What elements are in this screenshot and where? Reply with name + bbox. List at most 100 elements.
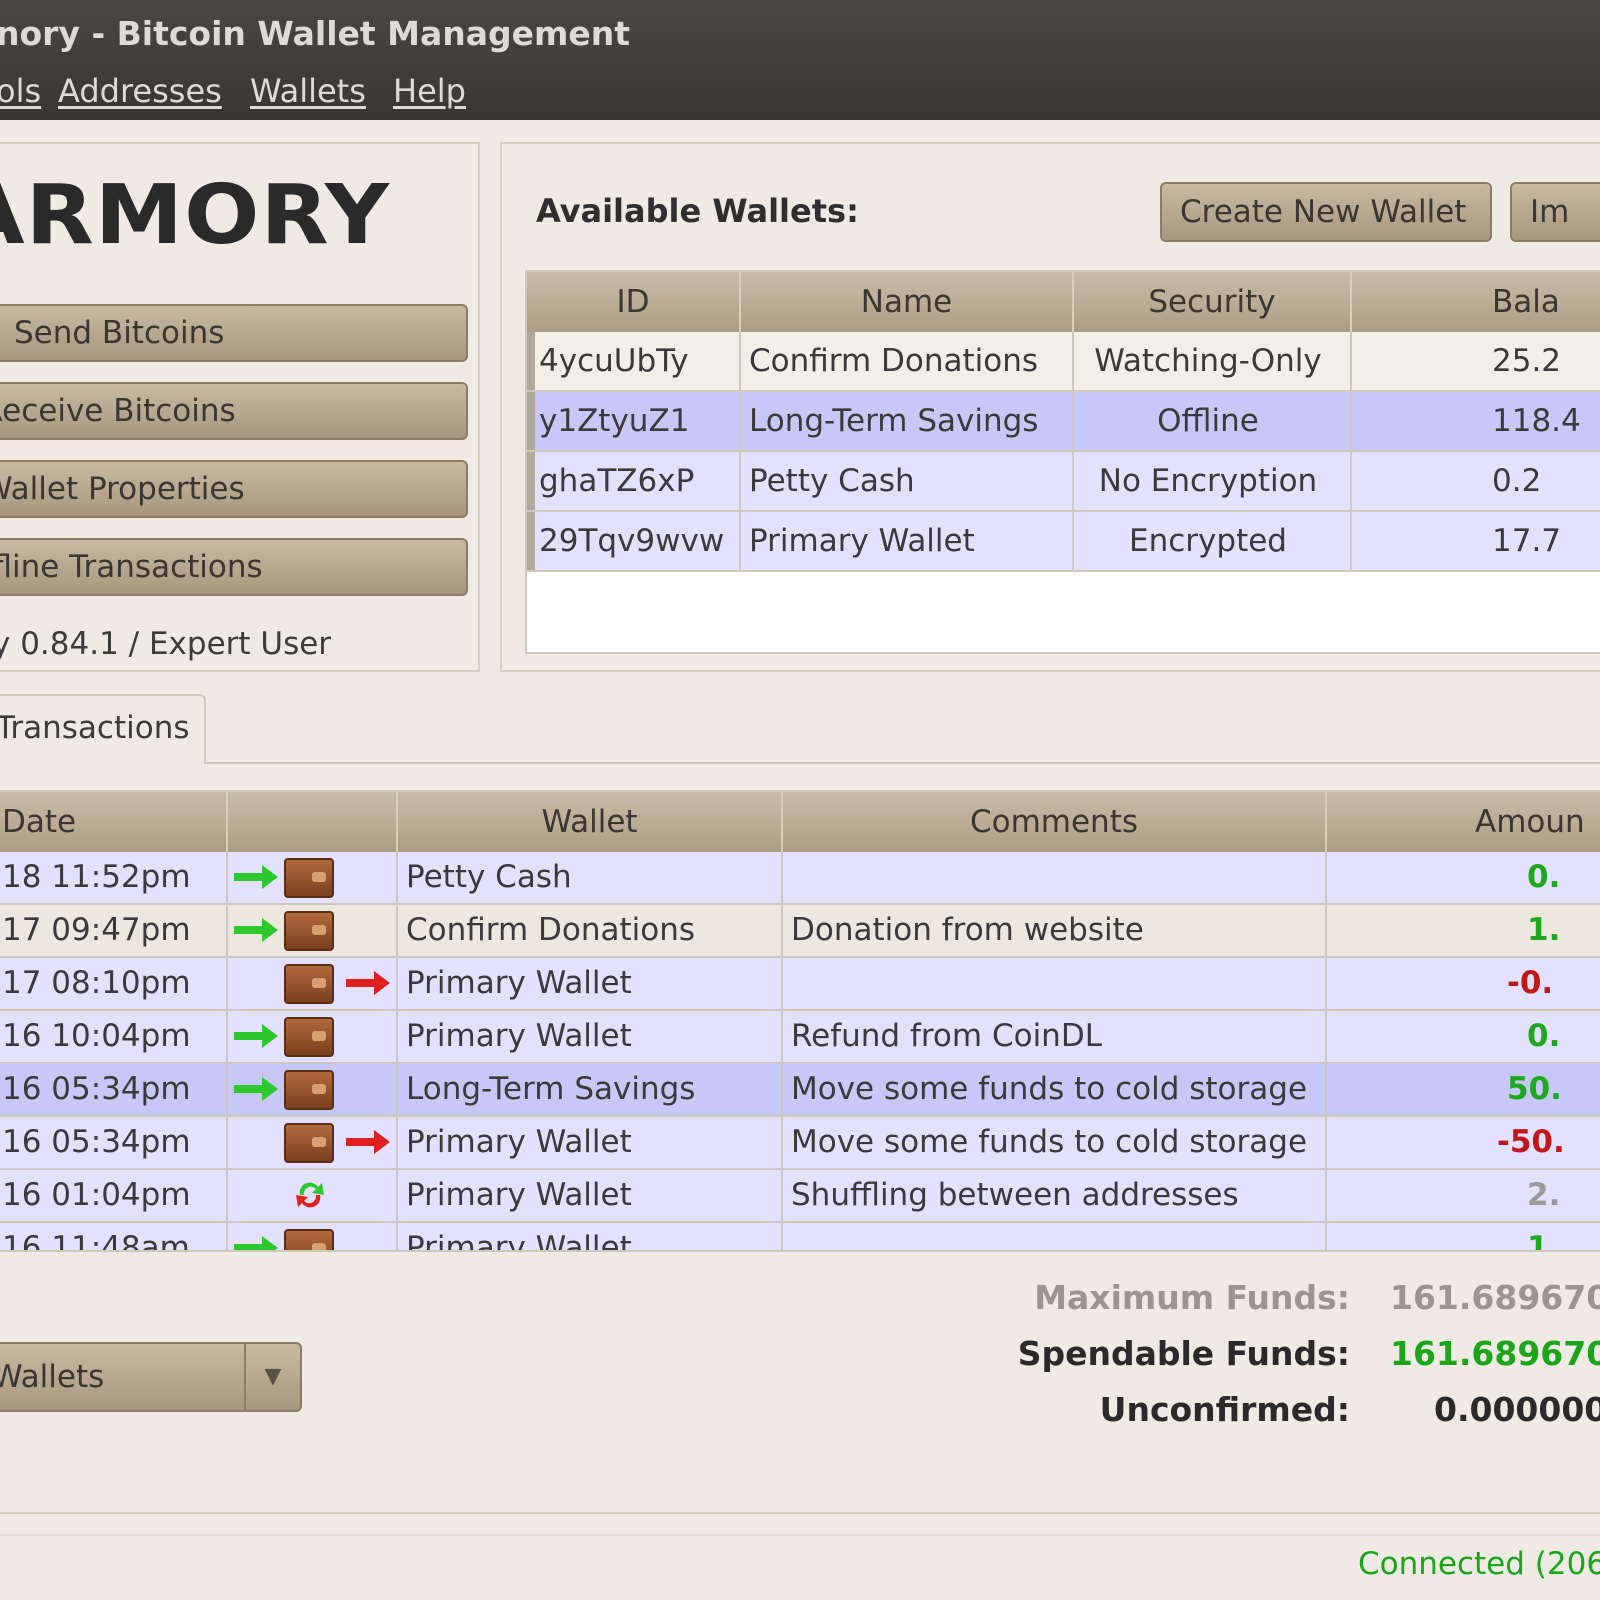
- wallet-id-cell: 29Tqv9wvw: [527, 512, 741, 570]
- wallet-balance-cell: 17.7: [1352, 512, 1600, 570]
- tx-direction-cell: [228, 1223, 398, 1250]
- transaction-row[interactable]: 17 08:10pm Primary Wallet -0.: [0, 958, 1600, 1011]
- tx-comment-cell: [783, 852, 1327, 903]
- wallet-row[interactable]: y1ZtyuZ1 Long-Term Savings Offline 118.4: [527, 392, 1600, 452]
- import-wallet-button[interactable]: Im: [1510, 182, 1600, 242]
- menu-addresses[interactable]: Addresses: [58, 72, 222, 110]
- wallet-icon: [284, 1070, 334, 1110]
- dropdown-arrow-icon[interactable]: ▼: [244, 1344, 300, 1410]
- tx-direction-cell: [228, 1064, 398, 1115]
- column-header-balance[interactable]: Bala: [1352, 272, 1600, 332]
- status-separator-inner: [0, 1534, 1600, 1536]
- incoming-arrow-icon: [234, 1077, 278, 1101]
- tx-comment-cell: [783, 1223, 1327, 1250]
- tx-amount-cell: -50.: [1327, 1117, 1600, 1168]
- wallet-icon: [284, 964, 334, 1004]
- wallet-name-cell: Primary Wallet: [741, 512, 1074, 570]
- spendable-funds-value: 161.689670: [1390, 1334, 1600, 1373]
- wallet-security-cell: Watching-Only: [1074, 332, 1352, 390]
- tx-date-cell: 16 01:04pm: [0, 1170, 228, 1221]
- wallet-row[interactable]: ghaTZ6xP Petty Cash No Encryption 0.2: [527, 452, 1600, 512]
- max-funds-label: Maximum Funds:: [1034, 1278, 1350, 1317]
- tx-date-cell: 17 08:10pm: [0, 958, 228, 1009]
- wallet-id-cell: 4ycuUbTy: [527, 332, 741, 390]
- tab-transactions[interactable]: Transactions: [0, 694, 206, 764]
- transaction-row[interactable]: 16 05:34pm Primary Wallet Move some funds …: [0, 1117, 1600, 1170]
- incoming-arrow-icon: [234, 865, 278, 889]
- column-header-wallet[interactable]: Wallet: [398, 792, 783, 852]
- self-transfer-icon: [296, 1182, 324, 1208]
- wallet-properties-button[interactable]: Wallet Properties: [0, 460, 468, 518]
- transaction-row[interactable]: 17 09:47pm Confirm Donations Donation from…: [0, 905, 1600, 958]
- wallet-filter-dropdown[interactable]: Wallets ▼: [0, 1342, 302, 1412]
- transaction-row[interactable]: 18 11:52pm Petty Cash 0.: [0, 852, 1600, 905]
- title-bar: nory - Bitcoin Wallet Management ols Add…: [0, 0, 1600, 120]
- unconfirmed-value: 0.000000: [1434, 1390, 1600, 1429]
- max-funds-value: 161.689670: [1390, 1278, 1600, 1317]
- tx-date-cell: 16 05:34pm: [0, 1117, 228, 1168]
- tx-wallet-cell: Primary Wallet: [398, 958, 783, 1009]
- tx-wallet-cell: Confirm Donations: [398, 905, 783, 956]
- spendable-funds-label: Spendable Funds:: [1017, 1334, 1350, 1373]
- tx-date-cell: 16 10:04pm: [0, 1011, 228, 1062]
- column-header-direction[interactable]: [228, 792, 398, 852]
- receive-bitcoins-button[interactable]: Receive Bitcoins: [0, 382, 468, 440]
- tx-amount-cell: 0.: [1327, 1011, 1600, 1062]
- version-label: y 0.84.1 / Expert User: [0, 626, 332, 662]
- transaction-row[interactable]: 16 10:04pm Primary Wallet Refund from Coin…: [0, 1011, 1600, 1064]
- tx-wallet-cell: Primary Wallet: [398, 1170, 783, 1221]
- wallet-name-cell: Long-Term Savings: [741, 392, 1074, 450]
- tx-wallet-cell: Primary Wallet: [398, 1117, 783, 1168]
- window-title: nory - Bitcoin Wallet Management: [0, 14, 631, 53]
- column-header-id[interactable]: ID: [527, 272, 741, 332]
- menu-help[interactable]: Help: [393, 72, 466, 110]
- incoming-arrow-icon: [234, 1236, 278, 1250]
- wallet-security-cell: Offline: [1074, 392, 1352, 450]
- outgoing-arrow-icon: [346, 971, 390, 995]
- tx-amount-cell: -0.: [1327, 958, 1600, 1009]
- create-new-wallet-button[interactable]: Create New Wallet: [1160, 182, 1492, 242]
- tx-amount-cell: 2.: [1327, 1170, 1600, 1221]
- menu-tools[interactable]: ols: [0, 72, 41, 110]
- wallet-balance-cell: 0.2: [1352, 452, 1600, 510]
- tx-date-cell: 17 09:47pm: [0, 905, 228, 956]
- tx-comment-cell: Move some funds to cold storage: [783, 1117, 1327, 1168]
- wallet-id-cell: ghaTZ6xP: [527, 452, 741, 510]
- wallets-table: ID Name Security Bala 4ycuUbTy Confirm Do…: [525, 270, 1600, 654]
- wallet-icon: [284, 858, 334, 898]
- column-header-name[interactable]: Name: [741, 272, 1074, 332]
- unconfirmed-label: Unconfirmed:: [1099, 1390, 1350, 1429]
- tx-comment-cell: Shuffling between addresses: [783, 1170, 1327, 1221]
- offline-transactions-button[interactable]: ffline Transactions: [0, 538, 468, 596]
- tx-amount-cell: 1.: [1327, 905, 1600, 956]
- transaction-row[interactable]: 16 01:04pm Primary Wallet Shuffling betwee…: [0, 1170, 1600, 1223]
- transaction-row[interactable]: 16 05:34pm Long-Term Savings Move some fun…: [0, 1064, 1600, 1117]
- incoming-arrow-icon: [234, 1024, 278, 1048]
- wallet-icon: [284, 1123, 334, 1163]
- column-header-date[interactable]: Date: [0, 792, 228, 852]
- outgoing-arrow-icon: [346, 1130, 390, 1154]
- column-header-security[interactable]: Security: [1074, 272, 1352, 332]
- tx-amount-cell: 0.: [1327, 852, 1600, 903]
- column-header-amount[interactable]: Amoun: [1327, 792, 1600, 852]
- wallet-id-cell: y1ZtyuZ1: [527, 392, 741, 450]
- tx-wallet-cell: Petty Cash: [398, 852, 783, 903]
- wallet-security-cell: Encrypted: [1074, 512, 1352, 570]
- menu-wallets[interactable]: Wallets: [250, 72, 366, 110]
- column-header-comments[interactable]: Comments: [783, 792, 1327, 852]
- transaction-row[interactable]: 16 11:48am Primary Wallet 1.: [0, 1223, 1600, 1250]
- tx-amount-cell: 1.: [1327, 1223, 1600, 1250]
- wallet-row[interactable]: 4ycuUbTy Confirm Donations Watching-Only 25…: [527, 332, 1600, 392]
- send-bitcoins-button[interactable]: Send Bitcoins: [0, 304, 468, 362]
- tx-comment-cell: Refund from CoinDL: [783, 1011, 1327, 1062]
- available-wallets-label: Available Wallets:: [536, 192, 859, 230]
- tx-wallet-cell: Primary Wallet: [398, 1223, 783, 1250]
- tx-date-cell: 16 11:48am: [0, 1223, 228, 1250]
- wallet-icon: [284, 1229, 334, 1250]
- wallet-icon: [284, 911, 334, 951]
- tx-comment-cell: Move some funds to cold storage: [783, 1064, 1327, 1115]
- wallet-row[interactable]: 29Tqv9wvw Primary Wallet Encrypted 17.7: [527, 512, 1600, 572]
- tx-wallet-cell: Primary Wallet: [398, 1011, 783, 1062]
- status-separator: [0, 1512, 1600, 1514]
- tx-direction-cell: [228, 1117, 398, 1168]
